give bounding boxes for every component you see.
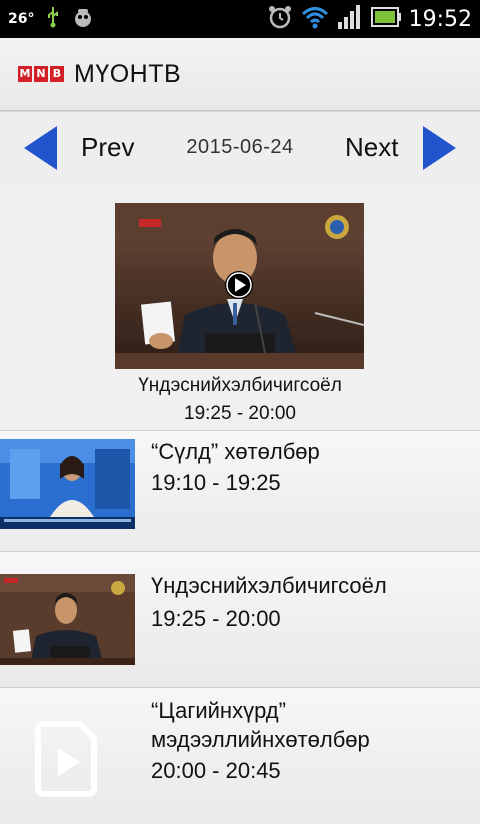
featured-program[interactable]: Үндэснийхэлбичигсоёл 19:25 - 20:00 — [0, 184, 480, 430]
wifi-icon — [301, 5, 329, 34]
featured-title: Үндэснийхэлбичигсоёл — [138, 375, 342, 396]
program-list: “Сүлд” хөтөлбөр 19:10 - 19:25 Үндэснийхэ… — [0, 430, 480, 824]
signal-icon — [337, 4, 363, 35]
list-item[interactable]: Үндэснийхэлбичигсоёл 19:25 - 20:00 — [0, 551, 480, 688]
list-item[interactable]: “Сүлд” хөтөлбөр 19:10 - 19:25 — [0, 430, 480, 567]
usb-icon — [46, 6, 60, 33]
app-title: МҮОНТВ — [74, 60, 182, 88]
program-thumbnail — [0, 439, 135, 529]
video-file-icon — [30, 718, 105, 798]
alarm-icon — [267, 4, 293, 35]
mnb-logo: M N B — [18, 66, 64, 82]
program-thumbnail — [0, 574, 135, 665]
clock-text: 19:52 — [408, 6, 472, 32]
program-title: “Цагийнхүрд” мэдээллийнхөтөлбөр — [151, 698, 370, 752]
battery-icon — [370, 6, 401, 33]
app-bar: M N B МҮОНТВ — [0, 38, 480, 111]
program-title: Үндэснийхэлбичигсоёл — [151, 573, 387, 598]
status-bar: 26° 19:52 — [0, 0, 480, 38]
featured-time: 19:25 - 20:00 — [184, 403, 296, 424]
next-button[interactable]: Next — [345, 132, 398, 163]
featured-thumbnail[interactable] — [115, 203, 364, 369]
list-item[interactable]: “Цагийнхүрд” мэдээллийнхөтөлбөр 20:00 - … — [0, 687, 480, 824]
current-date: 2015-06-24 — [186, 136, 294, 158]
program-title: “Сүлд” хөтөлбөр — [151, 439, 320, 464]
temperature-text: 26° — [8, 11, 35, 27]
debug-icon — [72, 6, 94, 33]
program-time: 20:00 - 20:45 — [151, 758, 281, 783]
program-time: 19:25 - 20:00 — [151, 606, 281, 631]
program-time: 19:10 - 19:25 — [151, 470, 281, 495]
date-navigation: Prev 2015-06-24 Next — [0, 112, 480, 184]
next-arrow-icon[interactable] — [422, 126, 456, 170]
